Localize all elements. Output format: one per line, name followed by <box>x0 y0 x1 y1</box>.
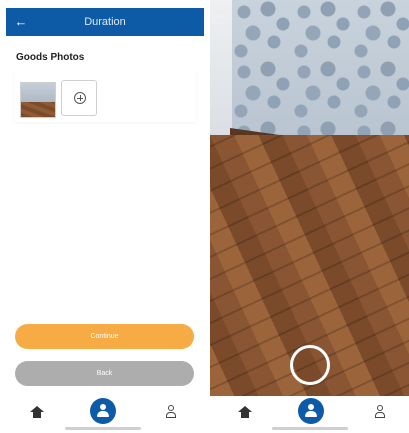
thumbnail-floor <box>21 101 55 117</box>
home-indicator <box>65 427 141 430</box>
section-label-goods-photos: Goods Photos <box>16 52 85 63</box>
add-circle-icon <box>74 92 86 104</box>
profile-icon[interactable] <box>165 405 177 419</box>
photo-thumbnail[interactable] <box>20 82 56 118</box>
camera-viewfinder: × <box>210 0 409 396</box>
user-circle-icon[interactable] <box>90 398 116 424</box>
home-icon[interactable] <box>238 406 252 418</box>
viewfinder-wallpaper <box>232 0 409 148</box>
continue-button[interactable]: Continue <box>15 324 194 349</box>
home-indicator <box>272 427 348 430</box>
home-icon[interactable] <box>30 406 44 418</box>
back-button[interactable]: Back <box>15 361 194 386</box>
shutter-button[interactable] <box>290 345 330 385</box>
camera-screen: × <box>210 0 409 433</box>
close-icon[interactable]: × <box>218 12 226 21</box>
bottom-nav <box>210 396 409 433</box>
add-photo-button[interactable] <box>61 80 97 116</box>
bottom-nav <box>0 396 206 433</box>
thumbnail-wall <box>21 83 55 102</box>
app-header: ← Duration <box>6 8 204 36</box>
goods-photos-screen: ← Duration Goods Photos Continue Back <box>0 0 206 433</box>
header-title: Duration <box>84 16 126 28</box>
profile-icon[interactable] <box>374 405 386 419</box>
user-circle-icon[interactable] <box>298 398 324 424</box>
